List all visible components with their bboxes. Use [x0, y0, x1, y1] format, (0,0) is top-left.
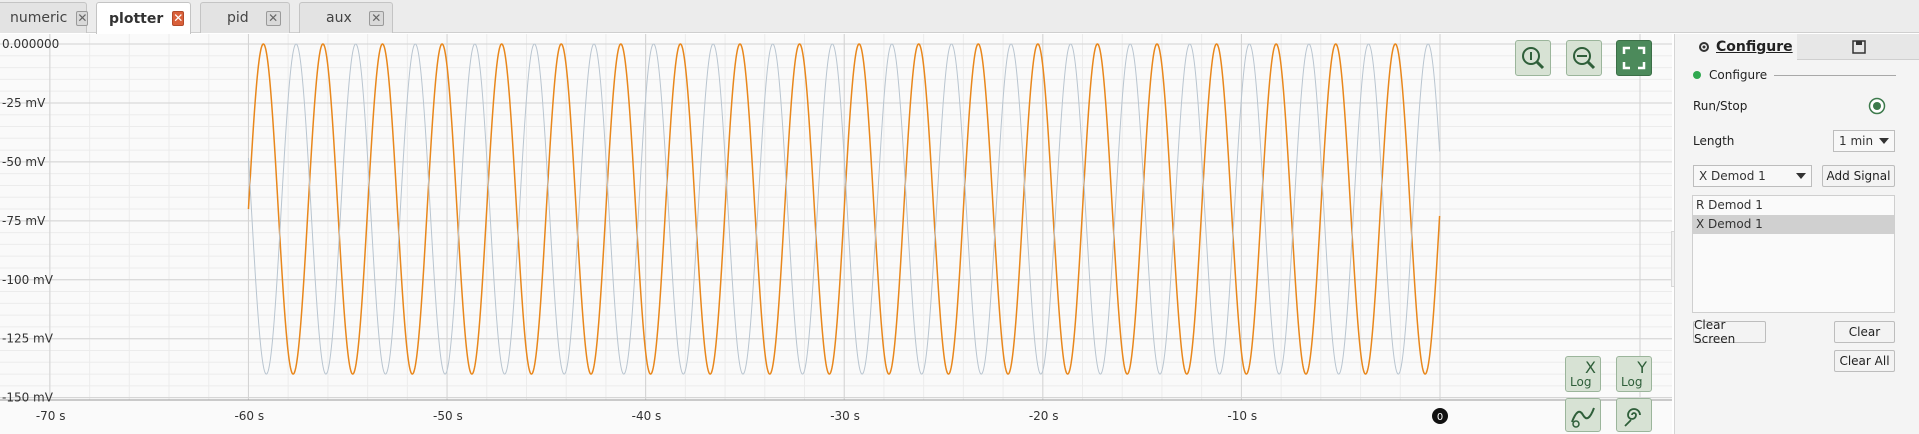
tab-configure-label: Configure	[1716, 39, 1793, 55]
zoom-fit-horizontal-icon	[1573, 47, 1596, 70]
x-log-label: Log	[1570, 375, 1592, 389]
y-tick-label: -75 mV	[2, 214, 46, 228]
close-icon[interactable]: ✕	[172, 11, 185, 26]
zoom-info-button[interactable]	[1515, 40, 1551, 76]
signal-select-value: X Demod 1	[1699, 169, 1766, 183]
x-tick-label: -50 s	[433, 409, 463, 423]
tab-plotter[interactable]: plotter ✕	[96, 2, 191, 34]
y-tick-label: -25 mV	[2, 96, 46, 110]
y-log-label: Log	[1621, 375, 1643, 389]
close-icon[interactable]: ✕	[76, 10, 89, 26]
clear-button[interactable]: Clear	[1834, 321, 1895, 343]
track-tool-button[interactable]	[1616, 398, 1652, 432]
chevron-down-icon	[1796, 173, 1806, 179]
tab-label: aux	[326, 10, 352, 26]
cursor-wave-icon	[1571, 407, 1595, 428]
y-tick-label: -150 mV	[2, 391, 54, 405]
spiral-icon	[1624, 408, 1641, 427]
length-select[interactable]: 1 min	[1833, 130, 1895, 152]
y-tick-label: -125 mV	[2, 332, 54, 346]
tab-save[interactable]	[1797, 34, 1919, 60]
panel-tabs: Configure	[1675, 34, 1919, 60]
zoom-info-icon	[1522, 47, 1545, 70]
now-marker-label: 0	[1437, 412, 1443, 423]
x-tick-label: -30 s	[830, 409, 860, 423]
section-title: Configure	[1709, 68, 1768, 82]
clear-all-button[interactable]: Clear All	[1834, 350, 1895, 372]
save-icon	[1851, 40, 1866, 54]
y-log-button[interactable]: Y Log	[1616, 356, 1652, 392]
x-tick-label: -10 s	[1227, 409, 1257, 423]
tab-numeric[interactable]: numeric ✕	[0, 2, 89, 33]
length-value: 1 min	[1839, 134, 1874, 148]
y-tick-label: -50 mV	[2, 155, 46, 169]
run-stop-toggle[interactable]	[1868, 97, 1886, 115]
tab-aux[interactable]: aux ✕	[299, 2, 393, 33]
y-tick-label: 0.000000	[2, 37, 59, 51]
run-stop-label: Run/Stop	[1693, 99, 1748, 113]
tab-label: plotter	[109, 10, 164, 27]
tab-label: numeric	[10, 10, 68, 26]
status-dot	[1693, 71, 1701, 79]
chevron-down-icon	[1879, 138, 1889, 144]
y-tick-label: -100 mV	[2, 273, 54, 287]
gear-icon	[1699, 42, 1709, 52]
close-icon[interactable]: ✕	[265, 10, 281, 26]
length-label: Length	[1693, 134, 1735, 148]
zoom-fit-button[interactable]	[1566, 40, 1602, 76]
plot-chart[interactable]: 0.000000 -25 mV -50 mV -75 mV -100 mV -125 mV…	[0, 34, 1672, 434]
x-log-button[interactable]: X Log	[1565, 356, 1601, 392]
x-tick-label: -40 s	[632, 409, 662, 423]
signal-list[interactable]: R Demod 1 X Demod 1	[1692, 195, 1895, 313]
x-tick-label: -60 s	[234, 409, 264, 423]
list-item[interactable]: R Demod 1	[1693, 196, 1894, 215]
tab-bar: numeric ✕ plotter ✕ pid ✕ aux ✕	[0, 0, 1919, 34]
close-icon[interactable]: ✕	[368, 10, 384, 26]
add-signal-button[interactable]: Add Signal	[1822, 165, 1895, 187]
x-tick-label: -70 s	[36, 409, 66, 423]
plot-area[interactable]: 0.000000 -25 mV -50 mV -75 mV -100 mV -125 mV…	[0, 34, 1672, 434]
tab-label: pid	[227, 10, 249, 26]
clear-screen-button[interactable]: Clear Screen	[1693, 318, 1766, 346]
x-tick-label: -20 s	[1029, 409, 1059, 423]
cursor-tool-button[interactable]	[1565, 398, 1601, 432]
tab-configure[interactable]: Configure	[1675, 34, 1797, 60]
section-divider	[1774, 75, 1896, 76]
full-scale-button[interactable]	[1616, 40, 1652, 76]
signal-select[interactable]: X Demod 1	[1693, 165, 1812, 187]
full-scale-icon	[1622, 46, 1646, 70]
tab-pid[interactable]: pid ✕	[200, 2, 290, 33]
list-item[interactable]: X Demod 1	[1693, 215, 1894, 234]
